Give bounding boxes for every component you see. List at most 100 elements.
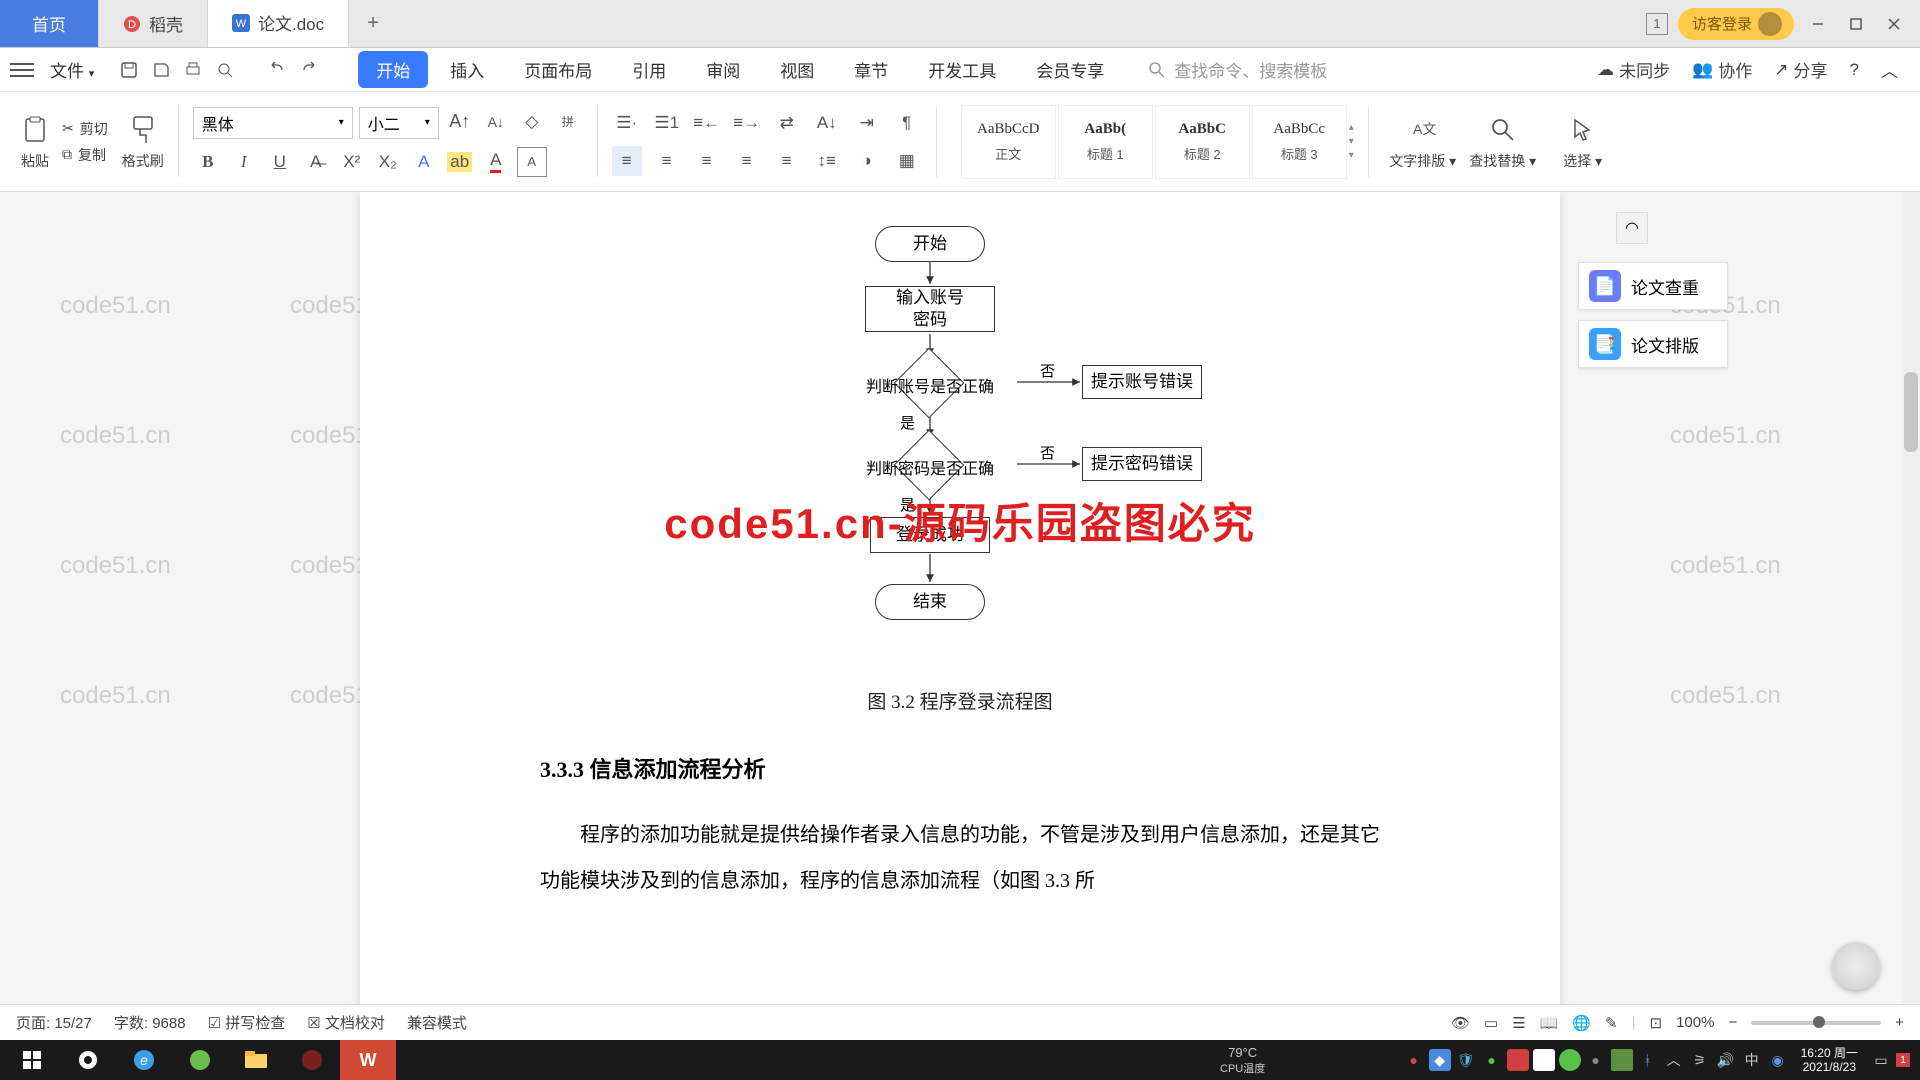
tray-icon[interactable]: ● — [1481, 1049, 1503, 1071]
new-tab-button[interactable]: + — [349, 0, 397, 47]
clear-format-icon[interactable]: ◇ — [517, 107, 547, 137]
menu-tab-4[interactable]: 审阅 — [688, 51, 758, 88]
status-spellcheck[interactable]: ☑ 拼写检查 — [208, 1012, 286, 1033]
status-page[interactable]: 页面: 15/27 — [16, 1012, 92, 1033]
tray-icon[interactable]: ● — [1403, 1049, 1425, 1071]
menu-tab-7[interactable]: 开发工具 — [910, 51, 1014, 88]
align-right-button[interactable]: ≡ — [692, 146, 722, 176]
zoom-level[interactable]: 100% — [1676, 1014, 1714, 1031]
sync-status[interactable]: ☁未同步 — [1597, 57, 1670, 82]
paste-icon[interactable] — [18, 113, 52, 147]
menu-tab-3[interactable]: 引用 — [614, 51, 684, 88]
file-menu[interactable]: 文件 ▾ — [44, 53, 100, 86]
assistant-floating-button[interactable] — [1832, 942, 1880, 990]
scrollbar-thumb[interactable] — [1904, 372, 1918, 452]
tray-icon[interactable] — [1507, 1049, 1529, 1071]
menu-tab-5[interactable]: 视图 — [762, 51, 832, 88]
collapse-ribbon-button[interactable]: ︿ — [1881, 57, 1898, 82]
line-spacing-button[interactable]: ↕≡ — [812, 146, 842, 176]
decrease-font-icon[interactable]: A↓ — [481, 107, 511, 137]
view-page-icon[interactable]: ▭ — [1484, 1014, 1498, 1032]
tray-notification-icon[interactable]: ▭ — [1870, 1049, 1892, 1071]
fit-width-icon[interactable]: ⊡ — [1650, 1014, 1663, 1032]
align-left-button[interactable]: ≡ — [612, 146, 642, 176]
find-replace-button[interactable]: 查找替换 ▾ — [1463, 113, 1543, 171]
tray-icon[interactable]: ● — [1585, 1049, 1607, 1071]
style-item-1[interactable]: AaBb(标题 1 — [1058, 105, 1153, 179]
increase-font-icon[interactable]: A↑ — [445, 107, 475, 137]
bold-button[interactable]: B — [193, 147, 223, 177]
menu-tab-1[interactable]: 插入 — [432, 51, 502, 88]
font-size-select[interactable]: 小二▾ — [359, 107, 439, 139]
font-color-button[interactable]: A — [481, 147, 511, 177]
status-docproof[interactable]: ☒ 文档校对 — [307, 1012, 385, 1033]
tray-search-icon[interactable]: ◉ — [1767, 1049, 1789, 1071]
start-button[interactable] — [4, 1040, 60, 1080]
menu-tab-6[interactable]: 章节 — [836, 51, 906, 88]
borders-button[interactable]: ▦ — [892, 146, 922, 176]
style-item-2[interactable]: AaBbC标题 2 — [1155, 105, 1250, 179]
share-button[interactable]: ↗分享 — [1774, 57, 1827, 82]
hamburger-icon[interactable] — [10, 58, 34, 82]
close-button[interactable] — [1880, 10, 1908, 38]
show-marks-button[interactable]: ¶ — [892, 108, 922, 138]
tray-wifi-icon[interactable]: ⚞ — [1689, 1049, 1711, 1071]
view-reading-icon[interactable]: 📖 — [1540, 1014, 1559, 1032]
sort-button[interactable]: A↓ — [812, 108, 842, 138]
distributed-button[interactable]: ≡ — [772, 146, 802, 176]
qat-undo-icon[interactable] — [264, 57, 290, 83]
menu-tab-0[interactable]: 开始 — [358, 51, 428, 88]
minimize-button[interactable] — [1804, 10, 1832, 38]
align-center-button[interactable]: ≡ — [652, 146, 682, 176]
collab-button[interactable]: 👥协作 — [1692, 57, 1752, 82]
style-item-0[interactable]: AaBbCcD正文 — [961, 105, 1056, 179]
tray-badge[interactable]: 1 — [1896, 1053, 1910, 1067]
cpu-temp-widget[interactable]: 79°C CPU温度 — [1220, 1045, 1265, 1076]
view-edit-icon[interactable]: ✎ — [1605, 1014, 1618, 1032]
style-scroll-up[interactable]: ▴ — [1349, 122, 1354, 133]
tray-bluetooth-icon[interactable]: ᚼ — [1637, 1049, 1659, 1071]
zoom-slider[interactable] — [1751, 1021, 1881, 1025]
task-app-2[interactable] — [284, 1040, 340, 1080]
tab-document[interactable]: W 论文.doc — [208, 0, 349, 47]
task-app-1[interactable] — [60, 1040, 116, 1080]
char-scale-button[interactable]: ⇄ — [772, 108, 802, 138]
styles-gallery[interactable]: AaBbCcD正文AaBb(标题 1AaBbC标题 2AaBbCc标题 3 — [961, 105, 1347, 179]
view-web-icon[interactable]: 🌐 — [1572, 1014, 1591, 1032]
shading-button[interactable]: ◑ — [852, 146, 882, 176]
tray-icon[interactable] — [1533, 1049, 1555, 1071]
highlight-button[interactable]: ab — [445, 147, 475, 177]
qat-save-icon[interactable] — [116, 57, 142, 83]
task-explorer-icon[interactable] — [228, 1040, 284, 1080]
tray-icon[interactable] — [1559, 1049, 1581, 1071]
char-border-button[interactable]: A — [517, 147, 547, 177]
maximize-button[interactable] — [1842, 10, 1870, 38]
task-browser-icon[interactable] — [172, 1040, 228, 1080]
tray-icon[interactable]: ◆ — [1429, 1049, 1451, 1071]
style-scroll-down[interactable]: ▾ — [1349, 136, 1354, 147]
menu-tab-2[interactable]: 页面布局 — [506, 51, 610, 88]
command-search[interactable]: 查找命令、搜索模板 — [1148, 57, 1327, 82]
subscript-button[interactable]: X₂ — [373, 147, 403, 177]
text-layout-button[interactable]: A文 文字排版 ▾ — [1383, 113, 1463, 171]
status-wordcount[interactable]: 字数: 9688 — [114, 1012, 186, 1033]
taskbar-clock[interactable]: 16:20 周一 2021/8/23 — [1793, 1046, 1866, 1075]
help-button[interactable]: ? — [1850, 60, 1859, 80]
superscript-button[interactable]: X² — [337, 147, 367, 177]
style-item-3[interactable]: AaBbCc标题 3 — [1252, 105, 1347, 179]
tray-ime-icon[interactable]: 中 — [1741, 1049, 1763, 1071]
document-canvas[interactable]: code51.cncode51.cncode51.cncode51.cncode… — [0, 192, 1920, 1022]
tab-home[interactable]: 首页 — [0, 0, 99, 47]
qat-print-icon[interactable] — [180, 57, 206, 83]
tab-char-button[interactable]: ⇥ — [852, 108, 882, 138]
side-panel-toggle[interactable]: ◠ — [1616, 212, 1648, 244]
cut-button[interactable]: ✂剪切 — [62, 119, 108, 139]
tray-up-icon[interactable]: ︿ — [1663, 1049, 1685, 1071]
phonetic-guide-icon[interactable]: 拼 — [553, 107, 583, 137]
style-expand[interactable]: ▾ — [1349, 150, 1354, 161]
qat-export-icon[interactable] — [148, 57, 174, 83]
paper-check-card[interactable]: 📄 论文查重 — [1578, 262, 1728, 310]
decrease-indent-button[interactable]: ≡← — [692, 108, 722, 138]
underline-button[interactable]: U — [265, 147, 295, 177]
align-justify-button[interactable]: ≡ — [732, 146, 762, 176]
